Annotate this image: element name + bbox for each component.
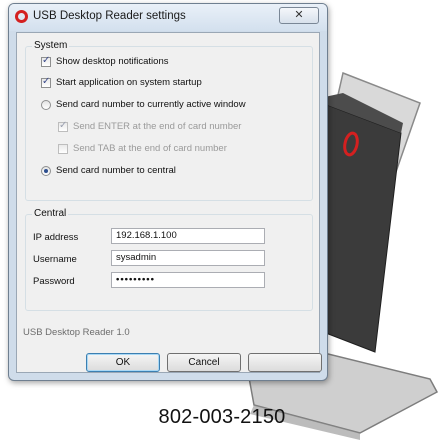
settings-dialog: USB Desktop Reader settings ✕ System Sho… — [8, 3, 328, 381]
show-notifications-label: Show desktop notifications — [56, 56, 169, 67]
send-to-active-window-label: Send card number to currently active win… — [56, 99, 246, 110]
username-input[interactable]: sysadmin — [111, 250, 265, 266]
ip-address-input[interactable]: 192.168.1.100 — [111, 228, 265, 244]
ip-address-label: IP address — [33, 232, 79, 243]
close-icon: ✕ — [294, 9, 304, 21]
central-group-label: Central — [32, 208, 69, 219]
part-number: 802-003-2150 — [158, 406, 286, 428]
password-input[interactable]: ••••••••• — [111, 272, 265, 288]
send-to-active-window-radio[interactable] — [41, 100, 51, 110]
system-group-label: System — [32, 40, 70, 51]
start-on-startup-label: Start application on system startup — [56, 77, 202, 88]
close-button[interactable]: ✕ — [279, 7, 319, 24]
send-to-central-radio[interactable] — [41, 166, 51, 176]
username-label: Username — [33, 254, 77, 265]
show-notifications-checkbox[interactable] — [41, 55, 51, 67]
start-on-startup-checkbox[interactable] — [41, 76, 51, 88]
send-tab-label: Send TAB at the end of card number — [73, 143, 227, 154]
version-text: USB Desktop Reader 1.0 — [23, 327, 130, 338]
window-title: USB Desktop Reader settings — [33, 10, 186, 22]
apply-button[interactable] — [248, 353, 322, 372]
send-enter-label: Send ENTER at the end of card number — [73, 121, 242, 132]
central-group: Central IP address 192.168.1.100 Usernam… — [25, 208, 313, 311]
send-tab-checkbox[interactable] — [58, 144, 68, 154]
send-enter-checkbox[interactable] — [58, 120, 68, 132]
title-bar[interactable]: USB Desktop Reader settings ✕ — [9, 4, 327, 31]
dialog-content: System Show desktop notifications Start … — [16, 32, 322, 373]
cancel-button[interactable]: Cancel — [167, 353, 241, 372]
app-logo-icon — [15, 10, 28, 23]
ok-button[interactable]: OK — [86, 353, 160, 372]
system-group: System Show desktop notifications Start … — [25, 40, 313, 201]
send-to-central-label: Send card number to central — [56, 165, 176, 176]
password-label: Password — [33, 276, 75, 287]
reader-front-face — [317, 102, 402, 353]
